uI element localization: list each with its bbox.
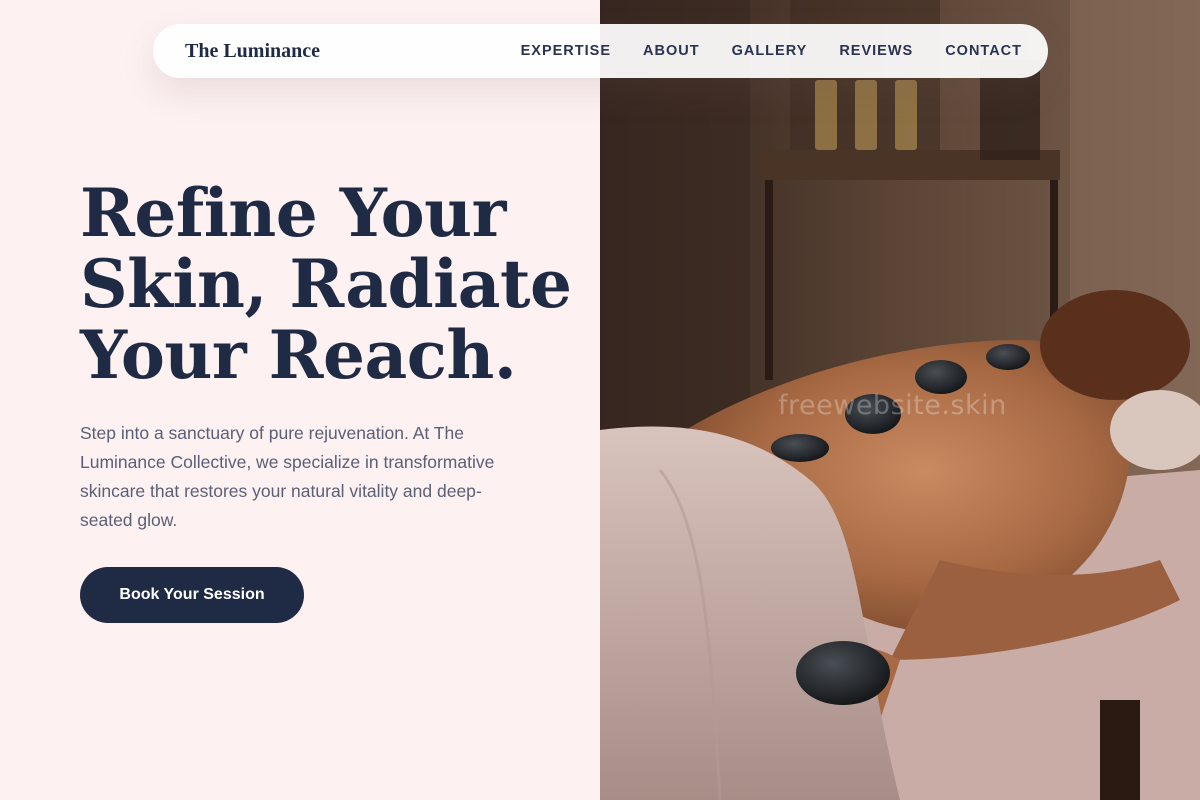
hero-description: Step into a sanctuary of pure rejuvenati…	[80, 423, 495, 530]
nav-item-contact[interactable]: CONTACT	[945, 43, 1022, 59]
hero-left-panel	[0, 0, 600, 800]
hero-title-line-2: Skin, Radiate	[80, 245, 572, 323]
watermark-text: freewebsite.skin	[778, 390, 1007, 421]
top-navbar: The Luminance EXPERTISE ABOUT GALLERY RE…	[153, 24, 1048, 78]
brand-logo-text[interactable]: The Luminance	[185, 40, 320, 63]
nav-item-gallery[interactable]: GALLERY	[732, 43, 808, 59]
hero-title: Refine Your Skin, Radiate Your Reach.	[80, 178, 580, 391]
hero-title-line-1: Refine Your	[80, 174, 506, 252]
nav-item-reviews[interactable]: REVIEWS	[839, 43, 913, 59]
nav-links: EXPERTISE ABOUT GALLERY REVIEWS CONTACT	[521, 43, 1022, 59]
hero-title-line-3: Your Reach.	[80, 316, 517, 394]
nav-item-about[interactable]: ABOUT	[643, 43, 700, 59]
book-session-button[interactable]: Book Your Session	[80, 567, 304, 623]
nav-item-expertise[interactable]: EXPERTISE	[521, 43, 611, 59]
